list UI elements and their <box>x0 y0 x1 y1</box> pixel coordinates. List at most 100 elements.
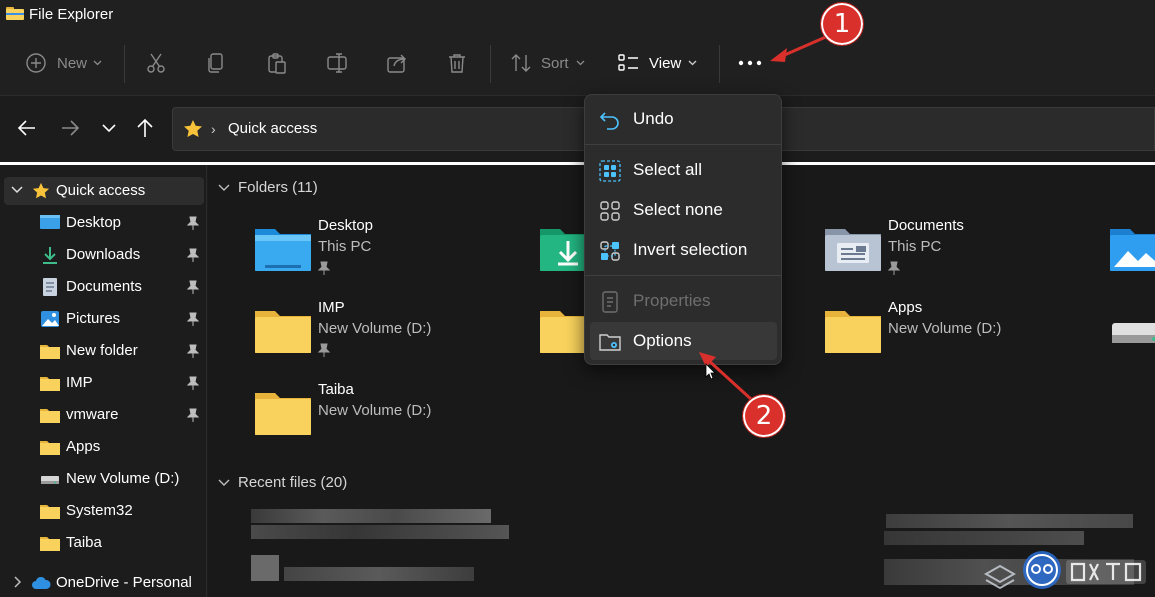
sidebar-item-apps[interactable]: Apps <box>4 433 204 461</box>
sidebar-item-downloads[interactable]: Downloads <box>4 241 204 269</box>
recent-file-row[interactable] <box>251 525 509 539</box>
pictures-folder-icon <box>1110 229 1155 271</box>
folder-name: IMP <box>318 299 345 316</box>
folder-tile-drive[interactable] <box>1110 299 1155 369</box>
view-button-label: View <box>649 54 682 72</box>
menu-item-options[interactable]: Options <box>590 322 777 360</box>
pictures-icon <box>41 311 59 327</box>
pin-icon <box>187 344 199 358</box>
folder-location: New Volume (D:) <box>318 402 432 419</box>
folder-tile-desktop[interactable]: Desktop This PC <box>255 217 535 287</box>
drive-icon <box>1112 323 1155 343</box>
toolbar-separator <box>719 45 720 83</box>
star-icon <box>32 182 50 199</box>
sidebar-item-vmware[interactable]: vmware <box>4 401 204 429</box>
chevron-down-icon <box>218 184 230 191</box>
recent-header-label: Recent files (20) <box>238 474 348 491</box>
folders-section-header[interactable]: Folders (11) <box>218 179 318 196</box>
folder-tile-documents[interactable]: Documents This PC <box>825 217 1105 287</box>
sidebar-item-label: System32 <box>66 502 133 519</box>
copy-icon <box>208 53 223 73</box>
pin-icon <box>187 280 199 294</box>
folder-tile-apps[interactable]: Apps New Volume (D:) <box>825 299 1105 369</box>
recent-file-row[interactable] <box>251 555 279 581</box>
folder-icon <box>255 393 311 435</box>
sidebar-item-label: OneDrive - Personal <box>56 574 192 591</box>
folder-location: This PC <box>318 238 372 255</box>
folder-options-icon <box>599 334 621 351</box>
sidebar-item-label: Taiba <box>66 534 102 551</box>
menu-item-invert-selection[interactable]: Invert selection <box>590 231 777 269</box>
recent-locations-button[interactable] <box>97 116 121 140</box>
recent-file-row[interactable] <box>284 567 474 581</box>
trash-icon <box>449 54 465 73</box>
menu-item-undo[interactable]: Undo <box>590 100 777 138</box>
see-more-button[interactable] <box>738 48 762 78</box>
recent-file-row[interactable] <box>886 514 1133 528</box>
select-all-icon <box>599 160 621 182</box>
folder-location: New Volume (D:) <box>888 320 1002 337</box>
folder-icon <box>40 441 60 455</box>
cloud-icon <box>32 576 51 589</box>
sort-button[interactable]: Sort <box>510 48 585 78</box>
menu-item-select-all[interactable]: Select all <box>590 151 777 189</box>
forward-button[interactable] <box>58 116 82 140</box>
title-bar: File Explorer <box>0 0 1155 30</box>
rename-button[interactable] <box>326 48 348 78</box>
folder-icon <box>40 409 60 423</box>
folder-tile-hidden[interactable] <box>540 299 590 369</box>
folder-tile-taiba[interactable]: Taiba New Volume (D:) <box>255 381 535 451</box>
share-icon <box>387 54 406 73</box>
menu-separator <box>585 275 781 276</box>
back-button[interactable] <box>15 116 39 140</box>
invert-selection-icon <box>600 241 620 261</box>
see-more-menu: Undo Select all Select none Invert selec… <box>584 94 782 365</box>
menu-item-select-none[interactable]: Select none <box>590 191 777 229</box>
menu-item-label: Properties <box>633 291 711 310</box>
cut-button[interactable] <box>145 48 167 78</box>
sidebar-item-new-folder[interactable]: New folder <box>4 337 204 365</box>
chevron-down-icon <box>576 60 584 66</box>
folder-icon <box>40 505 60 519</box>
sidebar-item-system32[interactable]: System32 <box>4 497 204 525</box>
delete-button[interactable] <box>446 48 468 78</box>
new-button[interactable]: New <box>25 48 102 78</box>
recent-files-section-header[interactable]: Recent files (20) <box>218 474 347 491</box>
share-button[interactable] <box>386 48 408 78</box>
recent-file-row[interactable] <box>251 509 491 523</box>
folder-tile-pictures[interactable] <box>1110 217 1155 287</box>
folder-location: New Volume (D:) <box>318 320 432 337</box>
chevron-down-icon <box>102 123 116 132</box>
menu-item-label: Select none <box>633 200 723 219</box>
copy-button[interactable] <box>206 48 226 78</box>
sidebar-item-imp[interactable]: IMP <box>4 369 204 397</box>
folder-name: Apps <box>888 299 923 316</box>
recent-file-row[interactable] <box>884 531 1084 545</box>
up-button[interactable] <box>133 116 157 140</box>
sidebar-item-pictures[interactable]: Pictures <box>4 305 204 333</box>
sidebar-item-taiba[interactable]: Taiba <box>4 529 204 557</box>
sort-button-label: Sort <box>541 54 569 72</box>
sidebar-item-desktop[interactable]: Desktop <box>4 209 204 237</box>
sidebar-item-new-volume-d[interactable]: New Volume (D:) <box>4 465 204 493</box>
sidebar-item-label: vmware <box>66 406 119 423</box>
download-icon <box>43 247 57 264</box>
folders-header-label: Folders (11) <box>238 179 318 196</box>
chevron-right-icon <box>14 576 22 588</box>
pin-icon <box>888 261 900 275</box>
sidebar-item-onedrive[interactable]: OneDrive - Personal <box>4 569 204 597</box>
folder-icon <box>540 311 590 353</box>
menu-item-properties[interactable]: Properties <box>590 282 777 320</box>
folder-tile-downloads[interactable] <box>540 217 596 287</box>
pin-icon <box>187 248 199 262</box>
folder-icon <box>40 345 60 359</box>
sidebar-item-quick-access[interactable]: Quick access <box>4 177 204 205</box>
folder-name: Taiba <box>318 381 354 398</box>
address-path: Quick access <box>228 120 318 137</box>
view-button[interactable]: View <box>618 48 697 78</box>
paste-button[interactable] <box>266 48 288 78</box>
sidebar-item-documents[interactable]: Documents <box>4 273 204 301</box>
folder-tile-imp[interactable]: IMP New Volume (D:) <box>255 299 535 369</box>
folder-location: This PC <box>888 238 942 255</box>
sidebar-item-label: Downloads <box>66 246 141 263</box>
